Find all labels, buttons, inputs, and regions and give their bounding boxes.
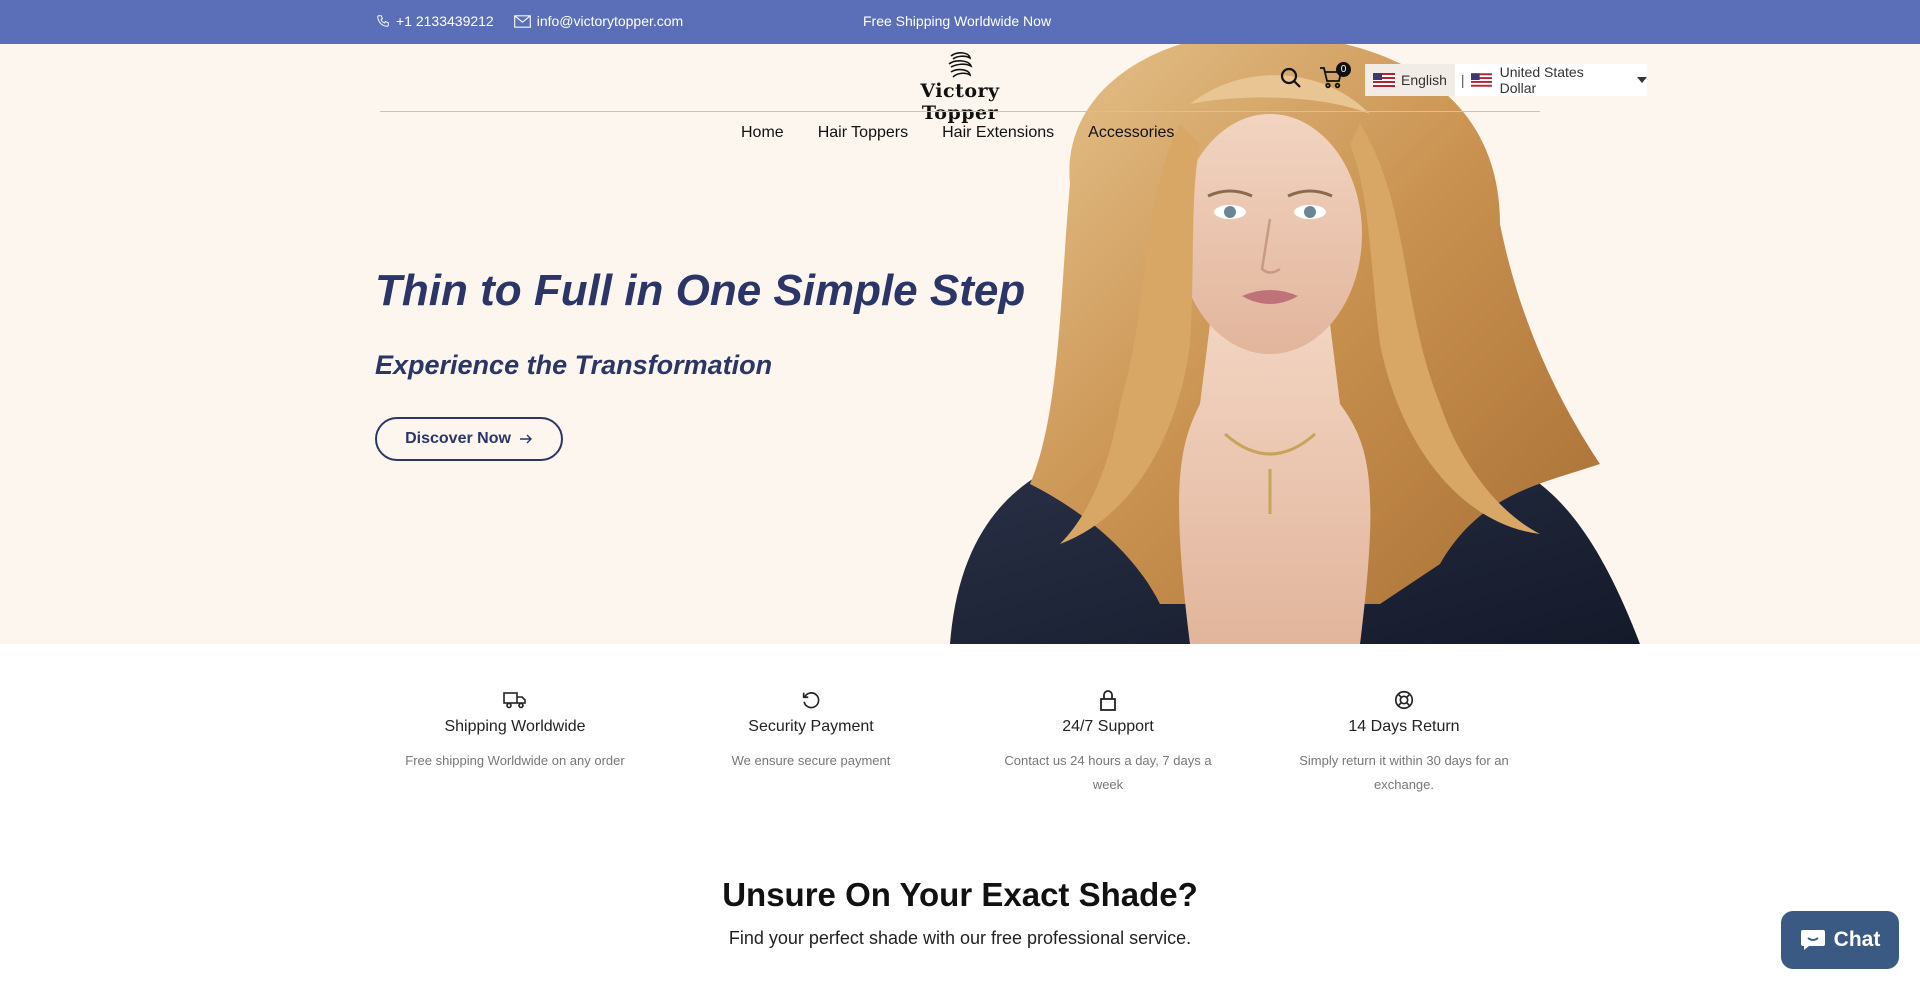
feature-description: Simply return it within 30 days for an e… <box>1299 753 1509 792</box>
feature-security: Security Payment We ensure secure paymen… <box>701 688 921 773</box>
chat-bubble-icon <box>1800 930 1825 950</box>
mail-icon <box>513 14 531 28</box>
currency-label: United States Dollar <box>1499 64 1584 96</box>
language-label: English <box>1401 72 1447 88</box>
nav-item-hair-extensions[interactable]: Hair Extensions <box>925 124 1071 142</box>
feature-title: Shipping Worldwide <box>444 718 586 735</box>
nav-item-home[interactable]: Home <box>724 124 801 142</box>
phone-number[interactable]: +1 2133439212 <box>396 13 494 29</box>
feature-description: Free shipping Worldwide on any order <box>405 753 625 768</box>
feature-description: We ensure secure payment <box>731 753 891 768</box>
lock-icon <box>1100 690 1116 711</box>
arrow-right-icon <box>519 434 532 444</box>
hero-banner: Victory Topper 0 English | United States… <box>0 44 1920 644</box>
search-icon <box>1280 67 1301 88</box>
discover-now-label: Discover Now <box>405 430 511 447</box>
us-flag-icon <box>1470 73 1492 87</box>
email-address[interactable]: info@victorytopper.com <box>537 13 684 29</box>
refresh-icon <box>802 692 820 709</box>
truck-icon <box>503 692 526 709</box>
contact-info: +1 2133439212 info@victorytopper.com <box>376 13 683 29</box>
feature-title: 14 Days Return <box>1348 718 1460 735</box>
us-flag-icon <box>1373 73 1395 87</box>
header-divider <box>380 111 1540 112</box>
announcement-bar: +1 2133439212 info@victorytopper.com Fre… <box>0 0 1920 44</box>
feature-shipping: Shipping Worldwide Free shipping Worldwi… <box>405 688 625 773</box>
feature-description: Contact us 24 hours a day, 7 days a week <box>1004 753 1212 792</box>
shade-section-title: Unsure On Your Exact Shade? <box>722 876 1198 913</box>
lifebuoy-icon <box>1394 690 1414 710</box>
currency-selector[interactable]: United States Dollar <box>1470 64 1647 96</box>
nav-item-accessories[interactable]: Accessories <box>1071 124 1191 142</box>
cart-count-badge: 0 <box>1336 62 1351 77</box>
phone-icon <box>376 14 390 28</box>
feature-support: 24/7 Support Contact us 24 hours a day, … <box>998 688 1218 797</box>
hero-title: Thin to Full in One Simple Step <box>375 266 1026 315</box>
discover-now-button[interactable]: Discover Now <box>375 417 563 461</box>
search-button[interactable] <box>1279 66 1303 90</box>
feature-title: Security Payment <box>748 718 874 735</box>
feature-returns: 14 Days Return Simply return it within 3… <box>1294 688 1514 797</box>
promo-text: Free Shipping Worldwide Now <box>863 13 1052 29</box>
nav-item-hair-toppers[interactable]: Hair Toppers <box>801 124 925 142</box>
locale-divider: | <box>1460 72 1465 88</box>
locale-selector[interactable]: English | United States Dollar <box>1365 64 1647 96</box>
feature-title: 24/7 Support <box>1062 718 1154 735</box>
shade-section-subtitle: Find your perfect shade with our free pr… <box>728 928 1192 948</box>
hero-subtitle: Experience the Transformation <box>375 350 773 380</box>
chat-label: Chat <box>1833 928 1881 951</box>
logo-swirl-icon <box>948 52 973 78</box>
logo-text: Victory Topper <box>920 80 1000 124</box>
chat-button[interactable]: Chat <box>1781 911 1899 969</box>
site-logo[interactable]: Victory Topper <box>880 50 1040 124</box>
language-selector[interactable]: English <box>1365 64 1455 96</box>
chevron-down-icon <box>1637 77 1647 83</box>
